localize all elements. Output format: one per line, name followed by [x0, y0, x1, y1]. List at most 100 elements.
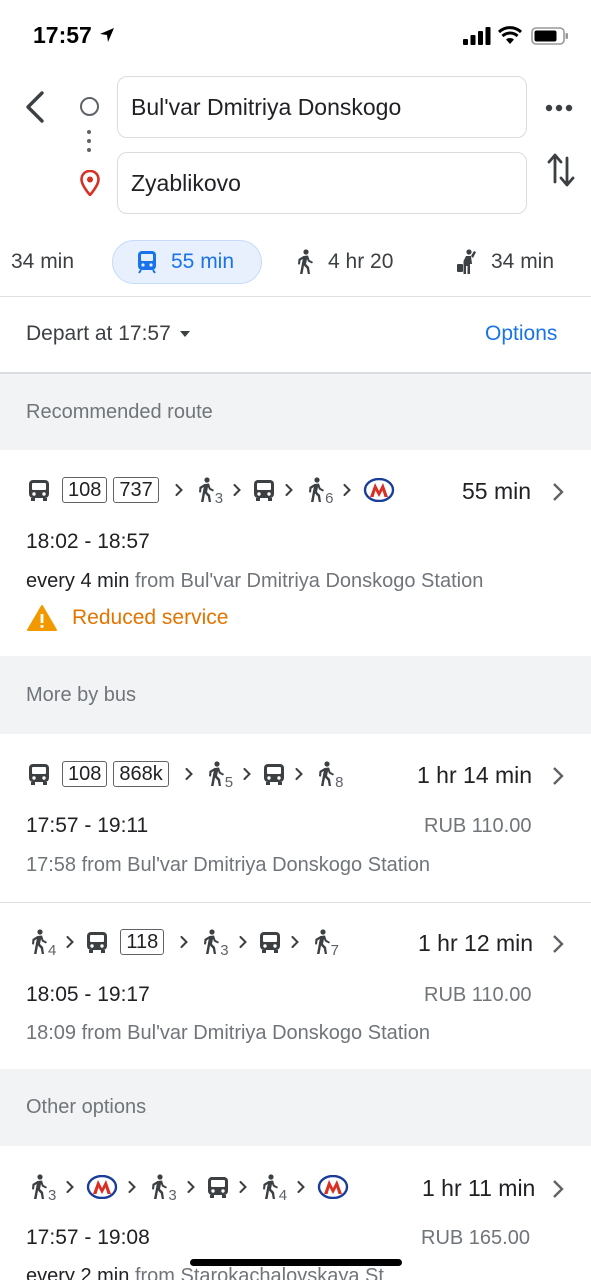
battery-icon [531, 27, 568, 45]
depart-time-selector[interactable]: Depart at 17:57 [26, 322, 190, 346]
bus-icon [264, 763, 285, 785]
origin-input[interactable]: Bul'var Dmitriya Donskogo [117, 76, 527, 138]
bus-icon [207, 1176, 228, 1198]
tab-walk-label: 4 hr 20 [328, 250, 394, 273]
route-steps: 108 737 3 6 [28, 470, 395, 510]
route-from-station: from Starokachalovskaya St [134, 1265, 384, 1280]
route-times: 17:57 - 19:11 [26, 814, 149, 837]
section-other-options: Other options [0, 1069, 591, 1146]
walk-minutes: 3 [220, 941, 229, 959]
chevron-right-icon [66, 936, 74, 948]
route-frequency: every 4 min [26, 570, 130, 592]
section-recommended: Recommended route [0, 374, 591, 450]
tab-drive[interactable]: 34 min [11, 240, 74, 284]
chevron-right-icon [187, 1181, 195, 1193]
dropdown-caret-icon [179, 331, 190, 338]
route-badge: 868k [113, 761, 169, 787]
route-from-station: from Bul'var Dmitriya Donskogo Station [134, 570, 484, 592]
tab-ride-label: 34 min [491, 250, 555, 273]
metro-icon [364, 478, 395, 502]
bus-icon [29, 763, 49, 785]
chevron-right-icon [295, 768, 303, 780]
route-frequency: every 2 min [26, 1265, 130, 1280]
status-bar: 17:57 [0, 0, 591, 70]
route-steps: 3 3 4 [28, 1167, 349, 1207]
chevron-right-icon [239, 936, 247, 948]
walk-minutes: 3 [48, 1186, 57, 1204]
metro-icon [87, 1175, 118, 1199]
walk-icon [314, 929, 330, 954]
route-duration: 55 min [462, 478, 532, 504]
chevron-right-icon [343, 484, 351, 496]
route-from: every 2 min from Starokachalovskaya St [26, 1265, 384, 1280]
tab-walk[interactable]: 4 hr 20 [294, 240, 393, 284]
walk-icon [208, 761, 224, 786]
tab-transit-label: 55 min [171, 250, 235, 273]
chevron-right-icon [297, 1181, 305, 1193]
route-times: 18:02 - 18:57 [26, 530, 150, 553]
chevron-right-icon [243, 768, 251, 780]
wifi-icon [497, 26, 523, 44]
route-dots [87, 130, 92, 157]
route-steps: 108 868k 5 8 [28, 754, 343, 794]
walk-icon [198, 477, 214, 502]
options-link[interactable]: Options [485, 322, 557, 346]
bus-icon [87, 931, 108, 953]
alert-text: Reduced service [72, 606, 229, 629]
chevron-right-icon [553, 767, 564, 785]
route-from: 18:09 from Bul'var Dmitriya Donskogo Sta… [26, 1022, 430, 1044]
chevron-right-icon [291, 936, 299, 948]
swap-icon[interactable] [547, 152, 575, 188]
route-price: RUB 165.00 [421, 1227, 530, 1249]
route-price: RUB 110.00 [424, 984, 532, 1006]
walk-icon [32, 929, 47, 954]
chevron-right-icon [233, 484, 241, 496]
walk-minutes: 4 [278, 1186, 288, 1204]
destination-input[interactable]: Zyablikovo [117, 152, 527, 214]
divider [0, 296, 591, 297]
walk-icon [32, 1174, 47, 1199]
transit-icon [138, 251, 156, 274]
walk-icon [298, 249, 313, 274]
bus-icon [259, 931, 280, 953]
tab-drive-label: 34 min [11, 250, 75, 273]
route-card-2[interactable]: 108 868k 5 8 1 hr 14 min 17:57 - 19:11 R… [0, 734, 591, 902]
tab-ride[interactable]: 34 min [455, 240, 554, 284]
chevron-right-icon [239, 1181, 247, 1193]
route-badge: 118 [120, 929, 165, 955]
route-duration: 1 hr 14 min [417, 762, 533, 788]
route-steps: 4 118 3 7 [28, 922, 339, 962]
chevron-right-icon [185, 768, 193, 780]
route-badge: 108 [62, 477, 108, 503]
more-icon[interactable] [544, 98, 574, 118]
walk-icon [152, 1174, 168, 1199]
route-times: 17:57 - 19:08 [26, 1226, 150, 1249]
walk-minutes: 3 [214, 489, 224, 507]
route-badge: 737 [113, 477, 159, 503]
chevron-right-icon [553, 483, 564, 501]
walk-icon [319, 761, 335, 786]
warning-icon [27, 605, 57, 631]
service-alert: Reduced service [26, 604, 228, 632]
walk-icon [309, 477, 325, 502]
route-times: 18:05 - 19:17 [26, 983, 150, 1006]
back-icon[interactable] [22, 90, 50, 124]
home-indicator[interactable] [190, 1259, 402, 1266]
chevron-right-icon [553, 1180, 564, 1198]
walk-minutes: 3 [168, 1186, 177, 1204]
route-card-3[interactable]: 4 118 3 7 1 hr 12 min 18:05 - 19:17 RUB … [0, 903, 591, 1069]
metro-icon [317, 1175, 349, 1199]
tab-transit[interactable]: 55 min [112, 240, 262, 284]
origin-dot-icon [80, 97, 99, 116]
section-more-by-bus: More by bus [0, 656, 591, 734]
travel-mode-tabs: 34 min 55 min 4 hr 20 34 min [0, 236, 591, 292]
chevron-right-icon [553, 935, 564, 953]
walk-minutes: 7 [330, 941, 339, 959]
walk-minutes: 8 [335, 773, 344, 791]
chevron-right-icon [285, 484, 293, 496]
bus-icon [29, 479, 49, 501]
route-duration: 1 hr 11 min [422, 1175, 536, 1201]
ride-hail-icon [457, 249, 476, 274]
status-time: 17:57 [33, 22, 92, 48]
route-price: RUB 110.00 [424, 815, 532, 837]
